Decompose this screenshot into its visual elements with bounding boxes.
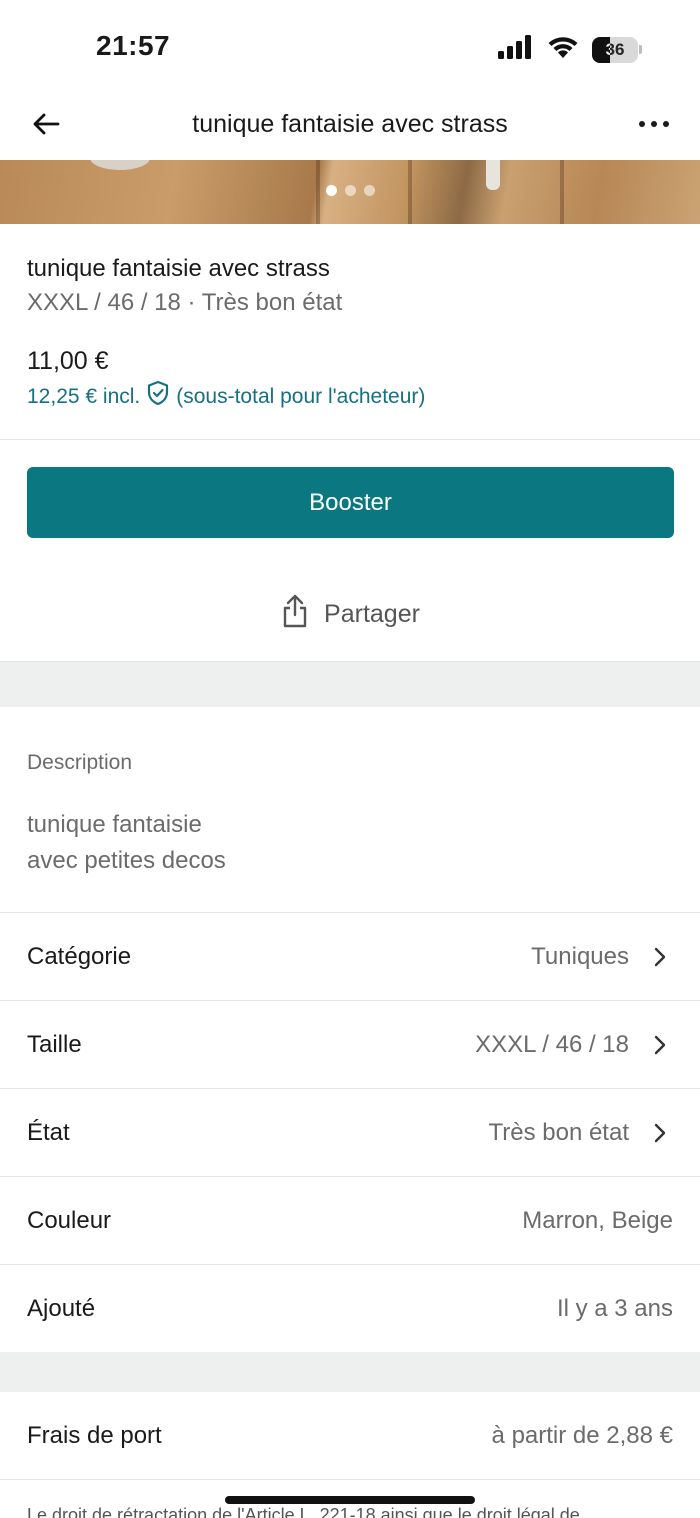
section-divider xyxy=(0,1352,700,1392)
attribute-label: Couleur xyxy=(27,1206,112,1234)
legal-notice: Le droit de rétractation de l'Article L.… xyxy=(27,1505,580,1518)
description-line: avec petites decos xyxy=(27,847,226,874)
battery-icon: 36 xyxy=(592,36,638,63)
attribute-row-size[interactable]: Taille XXXL / 46 / 18 xyxy=(0,1001,700,1089)
more-options-icon[interactable] xyxy=(630,104,678,144)
attribute-label: Ajouté xyxy=(27,1294,96,1322)
attribute-row-color: Couleur Marron, Beige xyxy=(0,1177,700,1265)
attribute-value: XXXL / 46 / 18 xyxy=(475,1030,629,1058)
section-divider xyxy=(0,661,700,707)
status-bar: 21:57 36 xyxy=(0,0,700,96)
shipping-value: à partir de 2,88 € xyxy=(491,1421,673,1449)
description-line: tunique fantaisie xyxy=(27,811,202,838)
item-summary: tunique fantaisie avec strass XXXL / 46 … xyxy=(0,224,700,440)
chevron-right-icon xyxy=(647,1032,673,1058)
attribute-label: Catégorie xyxy=(27,942,132,970)
buyer-protection-price[interactable]: 12,25 € incl. (sous-total pour l'acheteu… xyxy=(27,380,673,414)
price-incl-note: (sous-total pour l'acheteur) xyxy=(176,385,426,408)
item-price: 11,00 € xyxy=(27,347,109,375)
attribute-row-category[interactable]: Catégorie Tuniques xyxy=(0,913,700,1001)
attribute-row-added: Ajouté Il y a 3 ans xyxy=(0,1265,700,1353)
chevron-right-icon xyxy=(647,1120,673,1146)
description-heading: Description xyxy=(27,751,133,774)
share-icon xyxy=(280,593,310,636)
price-incl-value: 12,25 € incl. xyxy=(27,385,141,408)
battery-level: 36 xyxy=(605,39,625,59)
shield-check-icon xyxy=(146,380,170,414)
carousel-dot-active xyxy=(325,185,337,196)
navigation-bar: tunique fantaisie avec strass xyxy=(0,96,700,160)
back-arrow-icon[interactable] xyxy=(26,104,66,144)
wifi-icon xyxy=(546,34,580,65)
shipping-row: Frais de port à partir de 2,88 € xyxy=(0,1392,700,1480)
booster-button[interactable]: Booster xyxy=(27,467,674,538)
shipping-label: Frais de port xyxy=(27,1421,162,1449)
description-text: tunique fantaisie avec petites decos xyxy=(27,807,673,879)
carousel-dots xyxy=(0,185,700,196)
status-icons: 36 xyxy=(498,34,642,65)
cellular-signal-icon xyxy=(498,35,534,64)
battery-indicator: 36 xyxy=(592,36,642,63)
attribute-value: Il y a 3 ans xyxy=(556,1294,673,1322)
attribute-value: Marron, Beige xyxy=(522,1206,673,1234)
description-section: Description tunique fantaisie avec petit… xyxy=(0,707,700,913)
attribute-label: État xyxy=(27,1118,70,1146)
status-time: 21:57 xyxy=(96,30,171,61)
attribute-value: Tuniques xyxy=(531,942,629,970)
page-title: tunique fantaisie avec strass xyxy=(192,110,508,138)
home-indicator[interactable] xyxy=(225,1496,475,1504)
share-label: Partager xyxy=(324,599,420,628)
item-photo-carousel[interactable] xyxy=(0,160,700,224)
item-title: tunique fantaisie avec strass xyxy=(27,255,330,282)
attribute-label: Taille xyxy=(27,1030,82,1058)
carousel-dot xyxy=(363,185,375,196)
attribute-row-condition[interactable]: État Très bon état xyxy=(0,1089,700,1177)
chevron-right-icon xyxy=(647,944,673,970)
item-size-condition: XXXL / 46 / 18 · Très bon état xyxy=(27,289,343,316)
attribute-value: Très bon état xyxy=(488,1118,629,1146)
carousel-dot xyxy=(344,185,356,196)
share-button[interactable]: Partager xyxy=(0,575,700,653)
